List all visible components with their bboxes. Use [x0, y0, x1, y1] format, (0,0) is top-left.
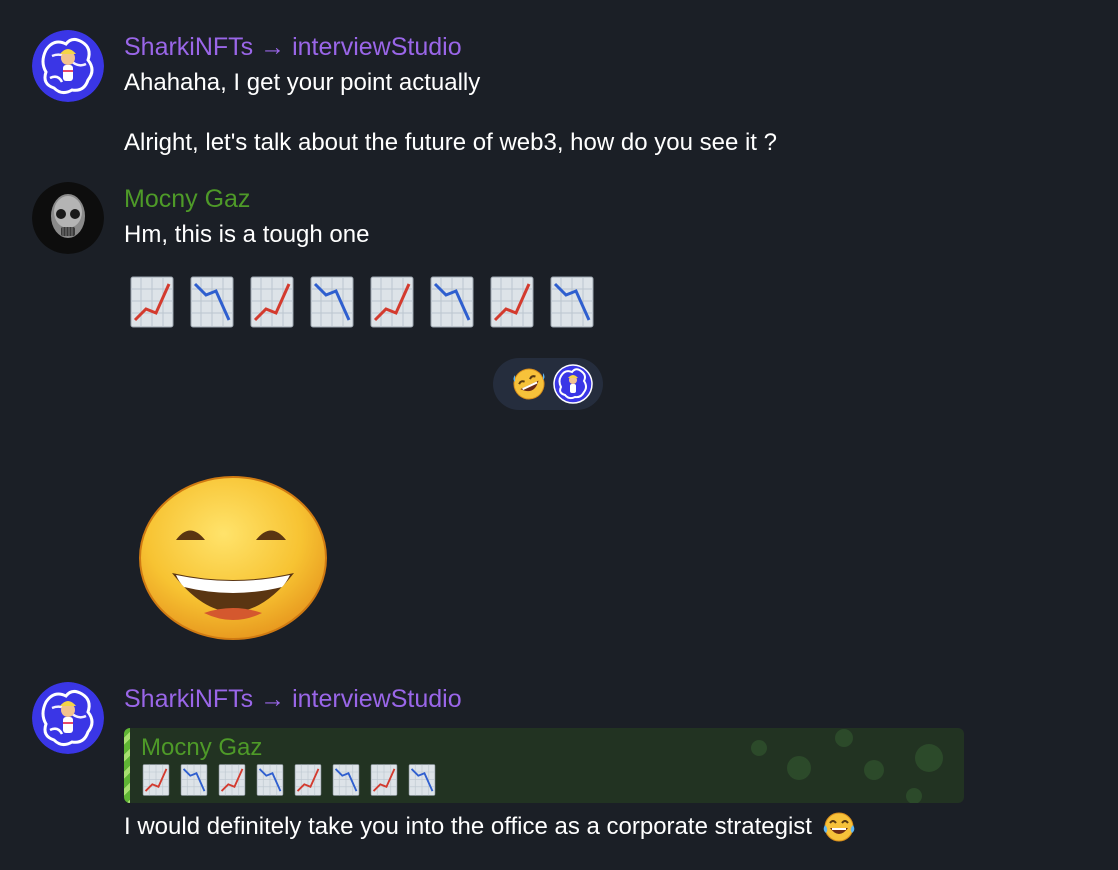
message-2-sender[interactable]: Mocny Gaz	[124, 183, 250, 215]
chart-increasing-icon	[250, 276, 294, 328]
mocny-gaz-avatar-icon	[32, 182, 104, 254]
reply-emoji-row	[142, 764, 436, 796]
reply-sender: Mocny Gaz	[141, 734, 263, 761]
chart-increasing-icon	[490, 276, 534, 328]
grinning-face-sticker[interactable]	[138, 475, 328, 641]
chart-decreasing-icon	[310, 276, 354, 328]
message-1-line-1: Ahahaha, I get your point actually	[124, 69, 481, 96]
reply-accent-bar	[124, 728, 130, 803]
rolling-on-the-floor-laughing-icon	[513, 368, 545, 400]
reply-pattern-icon	[751, 729, 943, 803]
chart-decreasing-icon	[332, 764, 360, 796]
chart-decreasing-icon	[256, 764, 284, 796]
chart-increasing-icon	[130, 276, 174, 328]
message-1-sender[interactable]: SharkiNFTs → interviewStudio	[124, 31, 462, 63]
avatar-sharkinfts[interactable]	[32, 682, 104, 754]
chart-increasing-icon	[370, 764, 398, 796]
face-with-tears-of-joy-icon	[823, 812, 855, 842]
chart-increasing-icon	[218, 764, 246, 796]
chart-increasing-icon	[370, 276, 414, 328]
chart-decreasing-icon	[550, 276, 594, 328]
reply-quote[interactable]: Mocny Gaz	[124, 728, 964, 803]
message-4-sender[interactable]: SharkiNFTs → interviewStudio	[124, 683, 462, 715]
chart-decreasing-icon	[430, 276, 474, 328]
avatar-sharkinfts[interactable]	[32, 30, 104, 102]
message-4-text: I would definitely take you into the off…	[124, 811, 856, 843]
chart-decreasing-icon	[408, 764, 436, 796]
message-2-line-1: Hm, this is a tough one	[124, 221, 370, 248]
chart-decreasing-icon	[180, 764, 208, 796]
chart-decreasing-icon	[190, 276, 234, 328]
reactor-avatar-icon	[553, 364, 593, 404]
sharkinfts-avatar-icon	[32, 30, 104, 102]
sharkinfts-avatar-icon	[32, 682, 104, 754]
message-1-line-2: Alright, let's talk about the future of …	[124, 129, 777, 156]
chart-increasing-icon	[142, 764, 170, 796]
message-2-emoji-row	[130, 276, 594, 328]
chart-increasing-icon	[294, 764, 322, 796]
message-4-text-content: I would definitely take you into the off…	[124, 813, 812, 840]
reaction-pill[interactable]	[493, 358, 603, 410]
avatar-mocny-gaz[interactable]	[32, 182, 104, 254]
